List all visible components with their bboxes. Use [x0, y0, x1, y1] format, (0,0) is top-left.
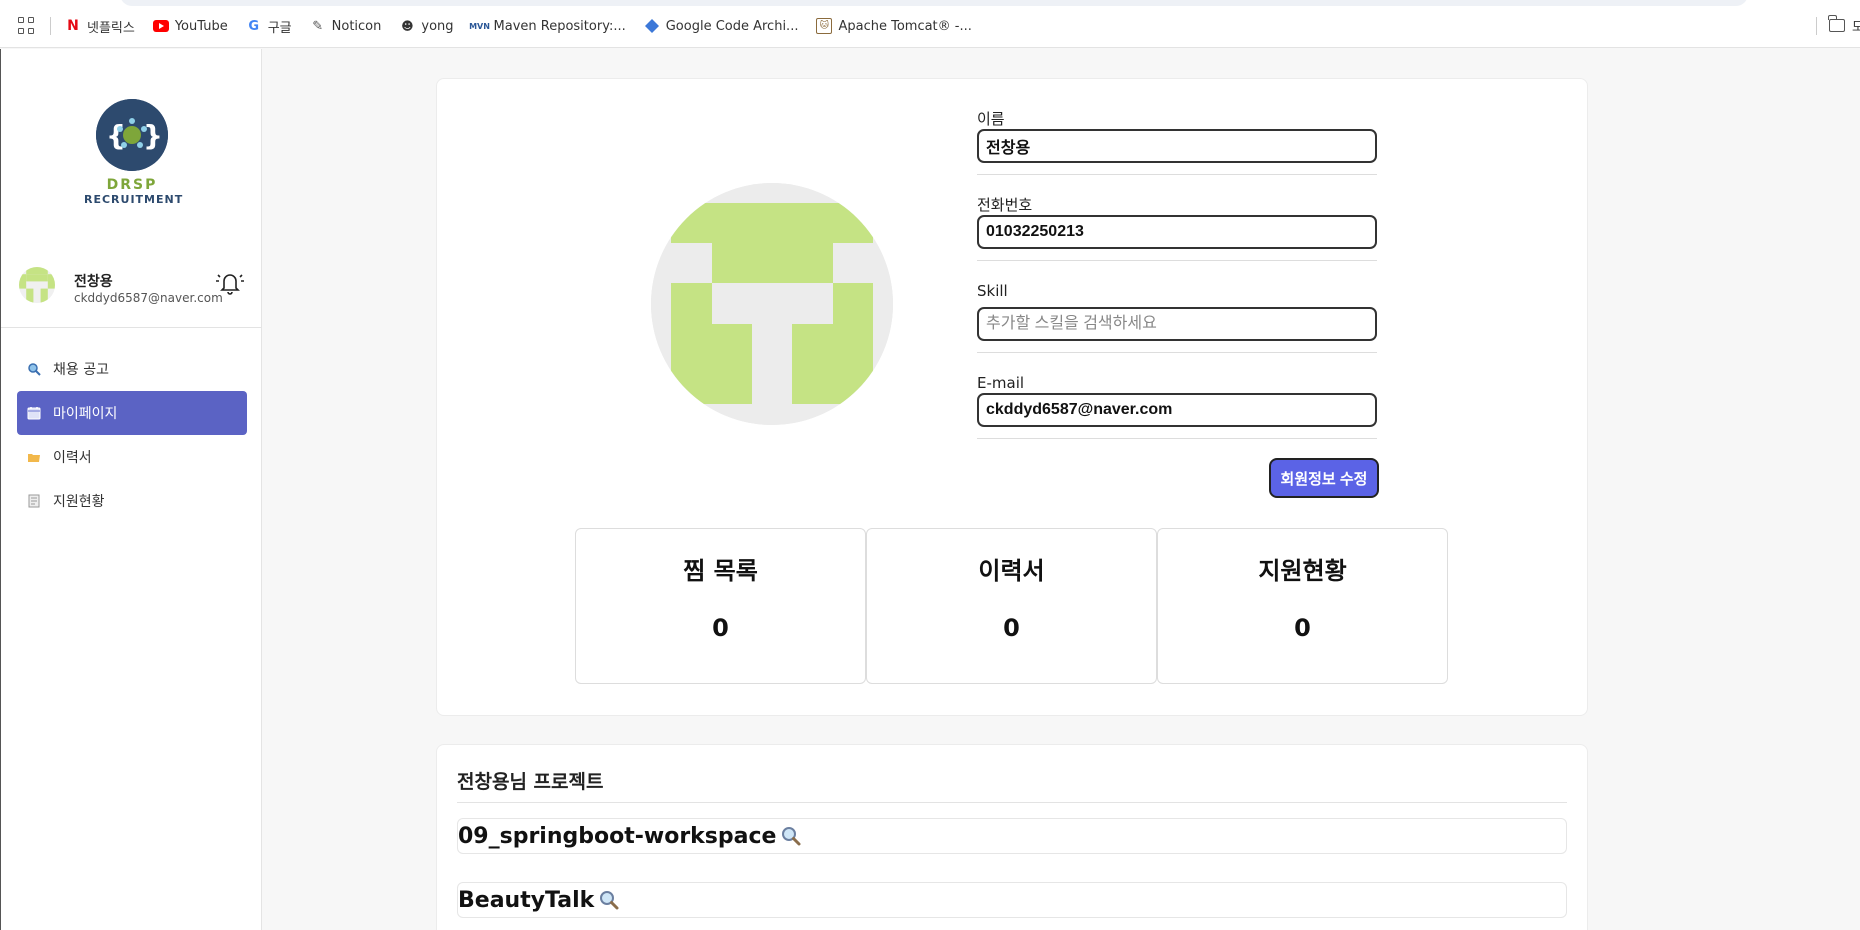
- yong-icon: ☻: [401, 19, 414, 33]
- stats-row: 찜 목록 0 이력서 0 지원현황 0: [575, 528, 1448, 684]
- sidebar-divider: [1, 327, 262, 328]
- logo-emblem-icon: { }: [96, 99, 168, 171]
- magnifier-icon: [598, 889, 620, 911]
- bookmark-list: N 넷플릭스 YouTube G 구글 ✎ Noticon ☻ yong MVN…: [18, 16, 990, 36]
- bookmark-maven[interactable]: MVN Maven Repository:...: [469, 18, 626, 34]
- name-field-group: 이름: [977, 109, 1377, 175]
- bookmark-separator: [1816, 16, 1817, 35]
- document-icon: [27, 494, 41, 508]
- apps-grid-icon[interactable]: [18, 17, 36, 35]
- bookmark-netflix[interactable]: N 넷플릭스: [65, 17, 135, 36]
- stat-value: 0: [1294, 614, 1311, 642]
- stat-title: 찜 목록: [683, 557, 758, 585]
- stat-value: 0: [712, 614, 729, 642]
- skill-field-group: Skill: [977, 281, 1377, 353]
- phone-label: 전화번호: [977, 196, 1033, 214]
- field-divider: [977, 438, 1377, 439]
- svg-text:}: }: [143, 119, 163, 152]
- tomcat-icon: 🐱: [816, 18, 833, 34]
- sidebar: { } DRSP RECRUITMENT 전창용 ckddyd6587@nave…: [0, 49, 262, 930]
- magnifier-icon: [780, 825, 802, 847]
- email-field-group: E-mail: [977, 373, 1377, 439]
- magnifier-icon: [27, 362, 41, 376]
- bookmark-label: YouTube: [174, 18, 228, 34]
- bookmark-separator: [50, 17, 51, 35]
- stat-title: 이력서: [978, 557, 1045, 585]
- stat-card-wishlist[interactable]: 찜 목록 0: [575, 528, 866, 684]
- project-item[interactable]: 09_springboot-workspace: [457, 818, 1567, 854]
- stat-value: 0: [1003, 614, 1020, 642]
- phone-input[interactable]: [977, 215, 1377, 249]
- email-label: E-mail: [977, 374, 1025, 392]
- bookmark-label: Google Code Archi...: [665, 18, 799, 34]
- project-name: BeautyTalk: [458, 887, 595, 913]
- sidebar-menu: 채용 공고 마이페이지 이력서 지원현황: [17, 347, 247, 523]
- profile-form: 이름 전화번호 Skill E-mail: [977, 109, 1377, 459]
- address-bar-edge: [120, 0, 1748, 6]
- all-bookmarks[interactable]: 모든: [1816, 15, 1860, 35]
- bookmark-google[interactable]: G 구글: [246, 17, 292, 36]
- stat-card-applications[interactable]: 지원현황 0: [1157, 528, 1448, 684]
- field-divider: [977, 260, 1377, 261]
- stat-title: 지원현황: [1258, 557, 1347, 585]
- youtube-icon: [152, 18, 169, 34]
- projects-title: 전창용님 프로젝트: [457, 771, 604, 793]
- bookmark-noticon[interactable]: ✎ Noticon: [310, 18, 382, 34]
- folder-icon: [27, 450, 41, 464]
- email-input[interactable]: [977, 393, 1377, 427]
- sidebar-item-applications[interactable]: 지원현황: [17, 479, 247, 523]
- netflix-icon: N: [67, 18, 79, 34]
- name-label: 이름: [977, 110, 1005, 128]
- phone-field-group: 전화번호: [977, 195, 1377, 261]
- user-name: 전창용: [74, 274, 113, 290]
- profile-avatar[interactable]: [651, 183, 893, 425]
- user-profile: 전창용 ckddyd6587@naver.com: [19, 267, 249, 317]
- bookmark-label: 구글: [267, 20, 292, 36]
- folder-icon: [1828, 15, 1845, 32]
- sidebar-item-mypage[interactable]: 마이페이지: [17, 391, 247, 435]
- avatar[interactable]: [19, 267, 55, 303]
- sidebar-item-label: 이력서: [53, 450, 92, 466]
- stat-card-resume[interactable]: 이력서 0: [866, 528, 1157, 684]
- project-name: 09_springboot-workspace: [458, 823, 777, 849]
- bookmark-tomcat[interactable]: 🐱 Apache Tomcat® -...: [816, 18, 972, 34]
- calendar-icon: [27, 406, 41, 420]
- field-divider: [977, 352, 1377, 353]
- field-divider: [977, 174, 1377, 175]
- sidebar-item-label: 마이페이지: [53, 406, 118, 422]
- noticon-icon: ✎: [312, 18, 324, 34]
- all-bookmarks-label: 모든: [1852, 20, 1860, 35]
- notification-bell-icon[interactable]: [215, 267, 245, 297]
- sidebar-item-resume[interactable]: 이력서: [17, 435, 247, 479]
- profile-card: 이름 전화번호 Skill E-mail 회원정보 수정 찜 목록 0 이력서 …: [436, 78, 1588, 716]
- user-email: ckddyd6587@naver.com: [74, 291, 223, 305]
- bookmark-label: Apache Tomcat® -...: [838, 18, 972, 34]
- sidebar-item-label: 지원현황: [53, 494, 105, 510]
- bookmark-youtube[interactable]: YouTube: [152, 18, 228, 34]
- logo-subtitle: RECRUITMENT: [84, 193, 184, 206]
- bookmark-label: yong: [421, 18, 454, 34]
- edit-profile-button[interactable]: 회원정보 수정: [1269, 458, 1379, 498]
- logo[interactable]: { } DRSP RECRUITMENT: [84, 99, 184, 206]
- bookmarks-bar: N 넷플릭스 YouTube G 구글 ✎ Noticon ☻ yong MVN…: [0, 0, 1860, 48]
- name-input[interactable]: [977, 129, 1377, 163]
- skill-search-input[interactable]: [977, 307, 1377, 341]
- sidebar-item-label: 채용 공고: [53, 362, 109, 378]
- bookmark-label: Maven Repository:...: [493, 18, 626, 34]
- bookmark-yong[interactable]: ☻ yong: [399, 18, 453, 34]
- bookmark-label: Noticon: [331, 18, 382, 34]
- logo-title: DRSP: [106, 177, 158, 193]
- bookmark-label: 넷플릭스: [87, 20, 135, 36]
- project-item[interactable]: BeautyTalk: [457, 882, 1567, 918]
- skill-label: Skill: [977, 282, 1008, 300]
- sidebar-item-job-postings[interactable]: 채용 공고: [17, 347, 247, 391]
- google-code-icon: [644, 18, 660, 34]
- bookmark-google-code[interactable]: Google Code Archi...: [644, 18, 799, 34]
- projects-divider: [457, 802, 1567, 803]
- projects-card: 전창용님 프로젝트 09_springboot-workspace Beauty…: [436, 744, 1588, 930]
- google-icon: G: [248, 18, 260, 34]
- maven-icon: MVN: [469, 21, 490, 31]
